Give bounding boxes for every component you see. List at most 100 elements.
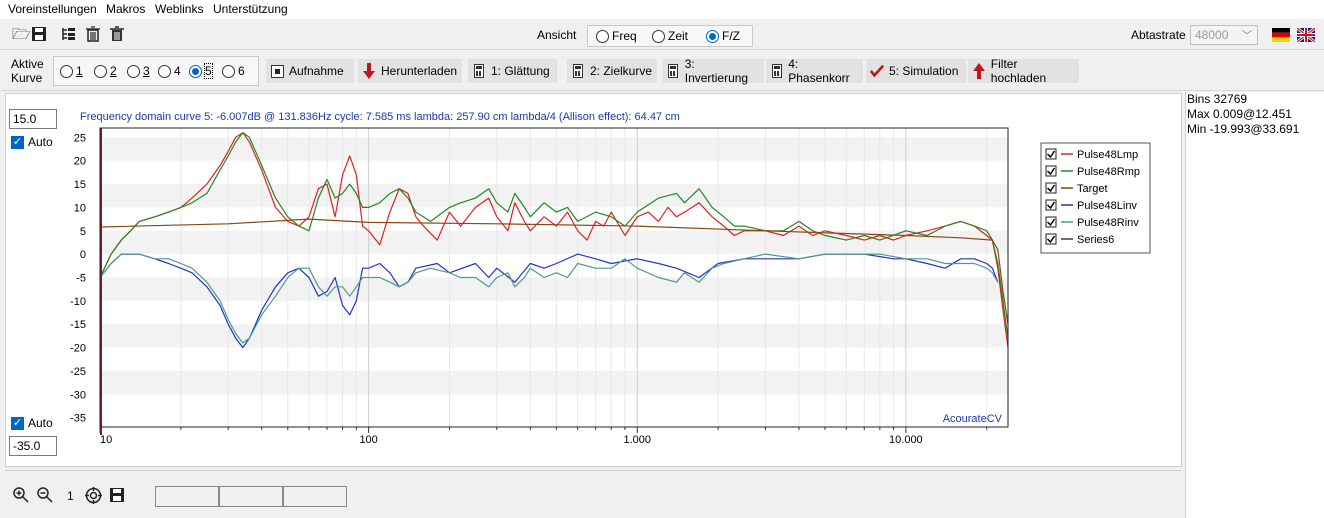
y-tick-label: -35 (70, 413, 86, 425)
glaettung-button[interactable]: 1: Glättung (468, 59, 557, 83)
curve-4-radio[interactable]: 4 (158, 64, 181, 78)
radio-circle[interactable] (222, 64, 235, 78)
radio-circle-selected[interactable] (706, 29, 719, 43)
radio-circle[interactable] (652, 29, 665, 43)
radio-circle[interactable] (94, 64, 107, 78)
curve-1-label: 1 (76, 64, 83, 78)
menu-weblinks[interactable]: Weblinks (155, 2, 203, 16)
curve-6-radio[interactable]: 6 (222, 64, 245, 78)
menu-voreinstellungen[interactable]: Voreinstellungen (8, 2, 97, 16)
aufnahme-label: Aufnahme (289, 64, 344, 78)
y-tick-label: 10 (74, 202, 86, 214)
view-fz-radio[interactable]: F/Z (706, 29, 740, 43)
target-reset-icon[interactable] (85, 487, 102, 507)
y-tick-label: -15 (70, 319, 86, 331)
view-freq-radio[interactable]: Freq (596, 29, 637, 43)
status-field-3 (283, 486, 347, 507)
grid-band (100, 324, 1008, 348)
grid-band (100, 370, 1008, 395)
info-panel: Bins 32769 Max 0.009@12.451 Min -19.993@… (1185, 92, 1324, 518)
phasenkorr-label: 4: Phasenkorr (788, 57, 850, 85)
curve-4-label: 4 (174, 64, 181, 78)
legend-label-pulse48lmp: Pulse48Lmp (1077, 149, 1138, 161)
aktive-label-line2: Kurve (11, 71, 43, 85)
zoom-in-icon[interactable] (13, 487, 29, 506)
tree-list-icon[interactable] (60, 26, 78, 44)
y-tick-label: 20 (74, 156, 86, 168)
uk-flag-icon[interactable] (1297, 28, 1315, 42)
auto-bottom-checkbox[interactable]: ✓ Auto (11, 416, 53, 430)
y-tick-label: 15 (74, 179, 86, 191)
plot-panel: ✓ Auto ✓ Auto Frequency domain curve 5: -6… (5, 93, 1182, 467)
view-mode-group: Freq Zeit F/Z (587, 25, 753, 47)
zielkurve-button[interactable]: 2: Zielkurve (567, 59, 657, 83)
simulation-button[interactable]: 5: Simulation (866, 59, 966, 83)
curve-5-radio[interactable]: 5 (189, 63, 213, 79)
save-icon[interactable] (109, 487, 125, 506)
radio-circle-selected[interactable] (189, 64, 202, 78)
zoom-out-icon[interactable] (37, 487, 53, 506)
ymin-input[interactable] (9, 436, 57, 456)
curve-2-label: 2 (110, 64, 117, 78)
bins-value: Bins 32769 (1187, 92, 1248, 106)
frequency-chart[interactable]: Frequency domain curve 5: -6.007dB @ 131… (66, 94, 1216, 464)
bottom-toolbar: 1 (5, 470, 1182, 518)
radio-circle[interactable] (596, 29, 609, 43)
invertierung-label: 3: Invertierung (684, 57, 749, 85)
chevron-down-icon: ﹀ (1242, 31, 1252, 42)
glaettung-label: 1: Glättung (491, 64, 550, 78)
x-tick-label: 10.000 (889, 434, 923, 446)
checkmark-icon[interactable]: ✓ (11, 416, 24, 430)
simulation-label: 5: Simulation (889, 64, 959, 78)
y-tick-label: -5 (76, 273, 86, 285)
radio-circle[interactable] (60, 64, 73, 78)
save-icon[interactable] (30, 26, 48, 44)
chart-header: Frequency domain curve 5: -6.007dB @ 131… (80, 111, 680, 123)
checkmark-icon[interactable]: ✓ (11, 135, 24, 149)
view-zeit-label: Zeit (668, 29, 689, 43)
delete-all-icon[interactable] (84, 26, 102, 44)
calculator-icon (666, 63, 680, 79)
ansicht-label: Ansicht (537, 28, 577, 42)
calculator-icon (571, 63, 585, 79)
auto-top-checkbox[interactable]: ✓ Auto (11, 135, 53, 149)
filter-hochladen-button[interactable]: Filter hochladen (968, 57, 1079, 85)
radio-circle[interactable] (127, 64, 140, 78)
abtastrate-select[interactable]: 48000 ﹀ (1190, 25, 1258, 45)
filter-hochladen-label: Filter hochladen (990, 57, 1047, 85)
curve-3-label: 3 (143, 64, 150, 78)
ymax-input[interactable] (9, 109, 57, 129)
curve-2-radio[interactable]: 2 (94, 64, 117, 78)
menu-unterstuetzung[interactable]: Unterstützung (213, 2, 288, 16)
legend-label-pulse48rmp: Pulse48Rmp (1077, 166, 1140, 178)
main-toolbar: 🗁 Ansicht Freq Zeit F/Z Abtastrate 48000… (0, 20, 1324, 50)
legend-label-series6: Series6 (1077, 234, 1114, 246)
status-field-1 (155, 486, 219, 507)
legend-label-pulse48linv: Pulse48Linv (1077, 200, 1137, 212)
y-tick-label: 0 (80, 249, 86, 261)
x-tick-label: 100 (359, 434, 377, 446)
german-flag-icon[interactable] (1272, 28, 1290, 42)
aufnahme-button[interactable]: Aufnahme (266, 59, 354, 83)
view-fz-label: F/Z (722, 29, 740, 43)
phasenkorr-button[interactable]: 4: Phasenkorr (766, 57, 863, 85)
download-arrow-icon (362, 63, 376, 79)
invertierung-button[interactable]: 3: Invertierung (662, 57, 764, 85)
grid-band (100, 184, 1008, 208)
menu-bar: Voreinstellungen Makros Weblinks Unterst… (0, 0, 1324, 19)
aktive-kurve-label: Aktive Kurve (11, 57, 44, 85)
radio-circle[interactable] (158, 64, 171, 78)
active-curve-group: 1 2 3 4 5 6 (53, 56, 259, 86)
y-tick-label: -25 (70, 366, 86, 378)
zoom-level: 1 (67, 489, 74, 503)
delete-icon[interactable] (108, 26, 126, 44)
legend-label-pulse48rinv: Pulse48Rinv (1077, 217, 1139, 229)
herunterladen-label: Herunterladen (381, 64, 458, 78)
y-tick-label: -30 (70, 389, 86, 401)
view-zeit-radio[interactable]: Zeit (652, 29, 688, 43)
herunterladen-button[interactable]: Herunterladen (358, 59, 462, 83)
menu-makros[interactable]: Makros (106, 2, 145, 16)
open-folder-icon[interactable]: 🗁 (12, 26, 31, 44)
curve-3-radio[interactable]: 3 (127, 64, 150, 78)
curve-1-radio[interactable]: 1 (60, 64, 83, 78)
